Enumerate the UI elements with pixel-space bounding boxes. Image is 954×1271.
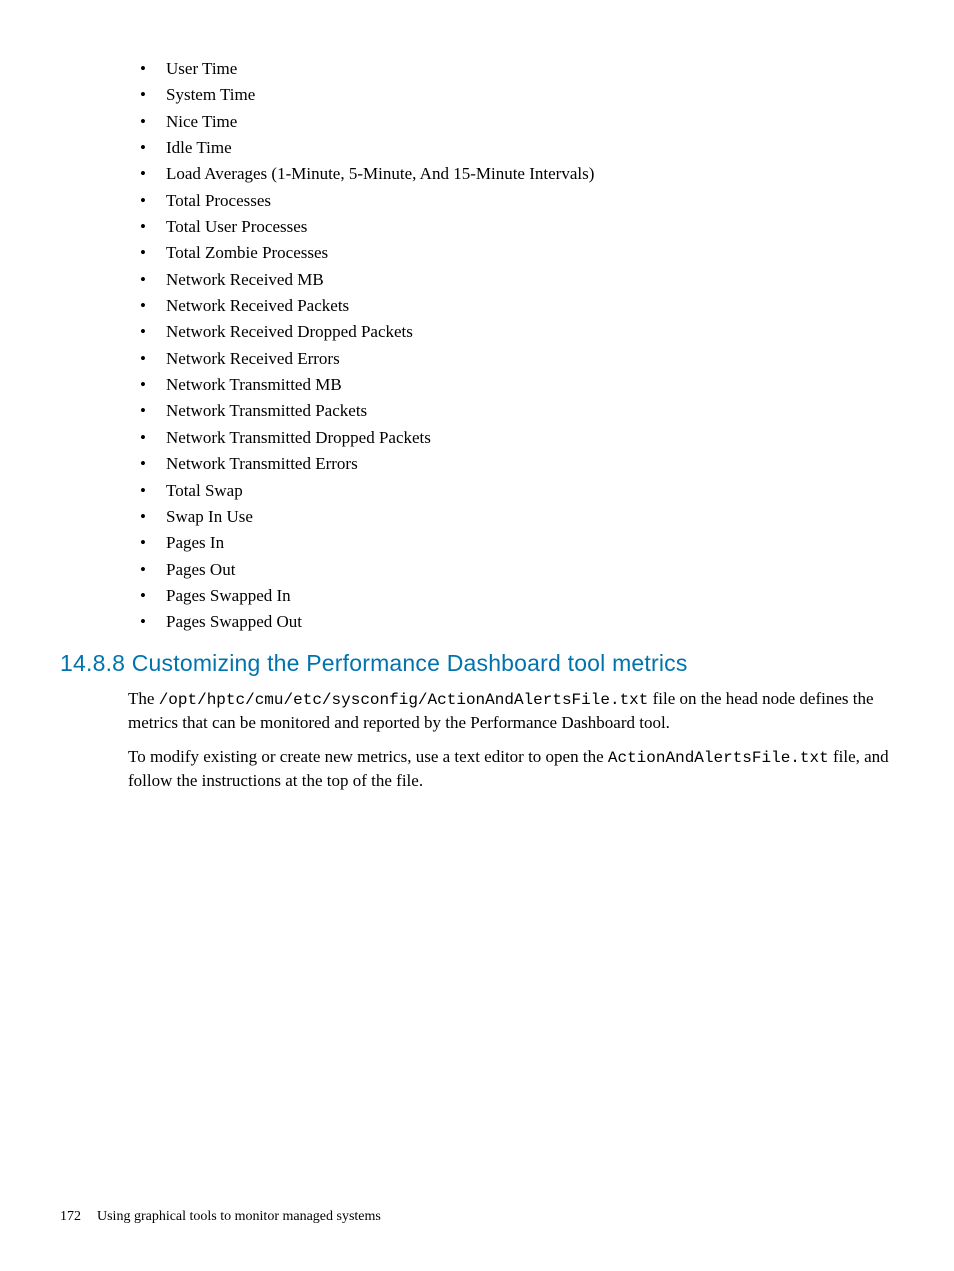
list-item: Total Zombie Processes — [128, 240, 894, 266]
list-item: User Time — [128, 56, 894, 82]
list-item: Network Transmitted Errors — [128, 451, 894, 477]
section-heading: 14.8.8 Customizing the Performance Dashb… — [60, 650, 894, 677]
footer-title: Using graphical tools to monitor managed… — [97, 1209, 381, 1224]
list-item: Pages In — [128, 530, 894, 556]
list-item: Network Transmitted Packets — [128, 398, 894, 424]
metrics-list: User Time System Time Nice Time Idle Tim… — [128, 56, 894, 636]
paragraph-1: The /opt/hptc/cmu/etc/sysconfig/ActionAn… — [128, 687, 894, 735]
list-item: Pages Swapped Out — [128, 609, 894, 635]
list-item: Idle Time — [128, 135, 894, 161]
content-wrapper: User Time System Time Nice Time Idle Tim… — [128, 56, 894, 793]
list-item: Network Received MB — [128, 267, 894, 293]
list-item: Swap In Use — [128, 504, 894, 530]
list-item: Pages Swapped In — [128, 583, 894, 609]
list-item: Total Processes — [128, 188, 894, 214]
page-number: 172 — [60, 1209, 81, 1224]
list-item: Network Received Packets — [128, 293, 894, 319]
para2-code: ActionAndAlertsFile.txt — [608, 749, 829, 767]
list-item: Network Transmitted MB — [128, 372, 894, 398]
list-item: Total User Processes — [128, 214, 894, 240]
para1-code: /opt/hptc/cmu/etc/sysconfig/ActionAndAle… — [159, 691, 649, 709]
list-item: Load Averages (1-Minute, 5-Minute, And 1… — [128, 161, 894, 187]
list-item: Network Transmitted Dropped Packets — [128, 425, 894, 451]
list-item: Total Swap — [128, 478, 894, 504]
paragraph-2: To modify existing or create new metrics… — [128, 745, 894, 793]
list-item: Pages Out — [128, 557, 894, 583]
list-item: System Time — [128, 82, 894, 108]
list-item: Network Received Dropped Packets — [128, 319, 894, 345]
page-footer: 172 Using graphical tools to monitor mana… — [60, 1209, 381, 1225]
para2-pre: To modify existing or create new metrics… — [128, 747, 608, 766]
para1-pre: The — [128, 689, 159, 708]
list-item: Network Received Errors — [128, 346, 894, 372]
list-item: Nice Time — [128, 109, 894, 135]
